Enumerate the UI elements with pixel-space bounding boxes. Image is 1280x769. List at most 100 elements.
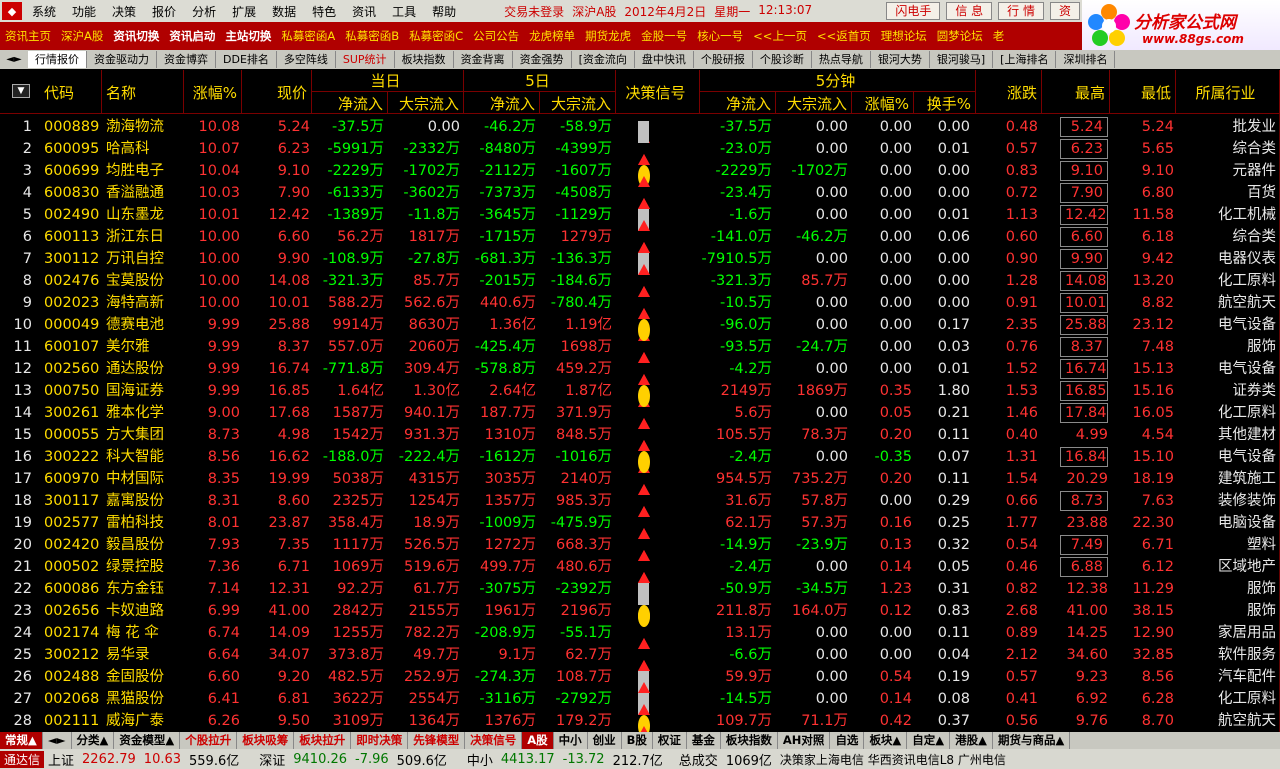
col-header-net_inflow[interactable]: 净流入 (312, 92, 388, 114)
toolbar-item-5[interactable]: 私募密函A (276, 28, 340, 44)
menu-item-6[interactable]: 数据 (264, 3, 304, 20)
toolbar-item-15[interactable]: 理想论坛 (876, 28, 932, 44)
table-row[interactable]: 26 002488 金固股份 6.60 9.20 482.5万 252.9万 -274.3万 1… (0, 666, 1280, 693)
table-row[interactable]: 20 002420 毅昌股份 7.93 7.35 1117万 526.5万 1272万 668.… (0, 534, 1280, 561)
toolbar-item-13[interactable]: <<上一页 (748, 28, 812, 44)
toolbar-item-12[interactable]: 核心一号 (692, 28, 748, 44)
table-row[interactable]: 23 002656 卡奴迪路 6.99 41.00 2842万 2155万 1961万 2196… (0, 600, 1280, 627)
bottom-tab-16[interactable]: 板块指数 (721, 732, 778, 749)
bottom-tab-5[interactable]: 板块吸筹 (237, 732, 295, 749)
tab-3[interactable]: DDE排名 (216, 51, 277, 68)
bottom-tab-14[interactable]: 权证 (653, 732, 687, 749)
table-row[interactable]: 2 600095 哈高科 10.07 6.23 -5991万 -2332万 -8480万 -43… (0, 138, 1280, 165)
tab-2[interactable]: 资金博弈 (157, 51, 216, 68)
col-header-high[interactable]: 最高 (1042, 70, 1110, 114)
tab-17[interactable]: 深圳排名 (1056, 51, 1116, 68)
tab-5[interactable]: SUP统计 (336, 51, 395, 68)
table-row[interactable]: 13 000750 国海证券 9.99 16.85 1.64亿 1.30亿 2.64亿 1.87… (0, 380, 1280, 407)
table-row[interactable]: 21 000502 绿景控股 7.36 6.71 1069万 519.6万 499.7万 480… (0, 556, 1280, 583)
toolbar-item-2[interactable]: 资讯切换 (108, 28, 164, 44)
table-row[interactable]: 3 600699 均胜电子 10.04 9.10 -2229万 -1702万 -2112万 -1… (0, 160, 1280, 187)
col-header-name[interactable]: 名称 (102, 70, 184, 114)
bottom-tab-20[interactable]: 自定▲ (907, 732, 951, 749)
menu-button-0[interactable]: 闪电手 (886, 2, 941, 20)
col-header-industry[interactable]: 所属行业 (1176, 70, 1280, 114)
bottom-tab-7[interactable]: 即时决策 (351, 732, 409, 749)
toolbar-item-8[interactable]: 公司公告 (468, 28, 524, 44)
sort-menu-icon[interactable]: ▼ (12, 84, 30, 98)
toolbar-item-3[interactable]: 资讯启动 (164, 28, 220, 44)
table-row[interactable]: 11 600107 美尔雅 9.99 8.37 557.0万 2060万 -425.4万 169… (0, 336, 1280, 363)
menu-item-10[interactable]: 帮助 (424, 3, 464, 20)
table-row[interactable]: 4 600830 香溢融通 10.03 7.90 -6133万 -3602万 -7373万 -4… (0, 182, 1280, 209)
col-header-block_inflow-m[interactable]: 大宗流入 (776, 92, 852, 114)
table-row[interactable]: 17 600970 中材国际 8.35 19.99 5038万 4315万 3035万 2140… (0, 468, 1280, 495)
bottom-tab-2[interactable]: 分类▲ (72, 732, 115, 749)
tab-scroll-arrows-icon[interactable]: ◄► (0, 54, 28, 65)
col-header-price[interactable]: 现价 (242, 70, 312, 114)
menu-item-9[interactable]: 工具 (384, 3, 424, 20)
col-header-code[interactable]: 代码 (40, 70, 102, 114)
bottom-tab-3[interactable]: 资金模型▲ (114, 732, 181, 749)
bottom-tab-22[interactable]: 期货与商品▲ (993, 732, 1071, 749)
menu-item-7[interactable]: 特色 (304, 3, 344, 20)
col-header-net_inflow-f[interactable]: 净流入 (464, 92, 540, 114)
col-header-low[interactable]: 最低 (1110, 70, 1176, 114)
bottom-tab-0[interactable]: 常规▲ (0, 732, 43, 749)
table-row[interactable]: 25 300212 易华录 6.64 34.07 373.8万 49.7万 9.1万 62.7万… (0, 644, 1280, 671)
col-header-block_inflow-f[interactable]: 大宗流入 (540, 92, 616, 114)
menu-button-2[interactable]: 行 情 (998, 2, 1044, 20)
bottom-tab-1[interactable]: ◄► (43, 732, 72, 749)
bottom-tab-19[interactable]: 板块▲ (864, 732, 908, 749)
bottom-tab-4[interactable]: 个股拉升 (180, 732, 238, 749)
tab-11[interactable]: 个股研报 (694, 51, 753, 68)
table-row[interactable]: 24 002174 梅 花 伞 6.74 14.09 1255万 782.2万 -208.9万… (0, 622, 1280, 649)
col-header-signal[interactable]: 决策信号 (616, 70, 700, 114)
tab-12[interactable]: 个股诊断 (753, 51, 812, 68)
col-header-net_inflow-m[interactable]: 净流入 (700, 92, 776, 114)
table-row[interactable]: 27 002068 黑猫股份 6.41 6.81 3622万 2554万 -3116万 -279… (0, 688, 1280, 715)
table-row[interactable]: 22 600086 东方金钰 7.14 12.31 92.2万 61.7万 -3075万 -23… (0, 578, 1280, 605)
bottom-tab-8[interactable]: 先锋模型 (408, 732, 466, 749)
table-row[interactable]: 15 000055 方大集团 8.73 4.98 1542万 931.3万 1310万 848.… (0, 424, 1280, 451)
toolbar-item-10[interactable]: 期货龙虎 (580, 28, 636, 44)
toolbar-item-6[interactable]: 私募密函B (340, 28, 404, 44)
table-row[interactable]: 28 002111 威海广泰 6.26 9.50 3109万 1364万 1376万 179.2… (0, 710, 1280, 737)
tab-7[interactable]: 资金背离 (454, 51, 513, 68)
bottom-tab-10[interactable]: A股 (522, 732, 554, 749)
menu-item-4[interactable]: 分析 (184, 3, 224, 20)
bottom-tab-18[interactable]: 自选 (830, 732, 865, 749)
toolbar-item-16[interactable]: 圆梦论坛 (932, 28, 988, 44)
menu-item-0[interactable]: 系统 (24, 3, 64, 20)
col-header-pct[interactable]: 涨幅% (852, 92, 914, 114)
col-header-updown[interactable]: 涨跌 (976, 70, 1042, 114)
tab-13[interactable]: 热点导航 (812, 51, 871, 68)
tab-16[interactable]: [上海排名 (993, 51, 1057, 68)
table-row[interactable]: 5 002490 山东墨龙 10.01 12.42 -1389万 -11.8万 -3645万 -… (0, 204, 1280, 231)
table-row[interactable]: 7 300112 万讯自控 10.00 9.90 -108.9万 -27.8万 -681.3万… (0, 248, 1280, 275)
table-row[interactable]: 9 002023 海特高新 10.00 10.01 588.2万 562.6万 440.6万 -… (0, 292, 1280, 319)
tab-8[interactable]: 资金强势 (513, 51, 572, 68)
table-row[interactable]: 1 000889 渤海物流 10.08 5.24 -37.5万 0.00 -46.2万 -58.… (0, 116, 1280, 143)
toolbar-item-9[interactable]: 龙虎榜单 (524, 28, 580, 44)
bottom-tab-17[interactable]: AH对照 (778, 732, 831, 749)
menu-item-8[interactable]: 资讯 (344, 3, 384, 20)
tab-15[interactable]: 银河骏马] (930, 51, 994, 68)
menu-button-3[interactable]: 资 (1049, 2, 1080, 20)
bottom-tab-13[interactable]: B股 (622, 732, 653, 749)
tab-4[interactable]: 多空阵线 (277, 51, 336, 68)
table-row[interactable]: 19 002577 雷柏科技 8.01 23.87 358.4万 18.9万 -1009万 -4… (0, 512, 1280, 539)
tab-1[interactable]: 资金驱动力 (87, 51, 157, 68)
toolbar-item-4[interactable]: 主站切换 (220, 28, 276, 44)
col-header-block_inflow[interactable]: 大宗流入 (388, 92, 464, 114)
menu-item-5[interactable]: 扩展 (224, 3, 264, 20)
menu-button-1[interactable]: 信 息 (946, 2, 993, 20)
table-row[interactable]: 10 000049 德赛电池 9.99 25.88 9914万 8630万 1.36亿 1.19… (0, 314, 1280, 341)
bottom-tab-15[interactable]: 基金 (687, 732, 721, 749)
toolbar-item-1[interactable]: 深沪A股 (56, 28, 108, 44)
toolbar-item-11[interactable]: 金股一号 (636, 28, 692, 44)
ad-banner[interactable]: 分析家公式网 www.88gs.com (1082, 0, 1280, 52)
bottom-tab-6[interactable]: 板块拉升 (294, 732, 352, 749)
tab-10[interactable]: 盘中快讯 (635, 51, 694, 68)
table-row[interactable]: 16 300222 科大智能 8.56 16.62 -188.0万 -222.4万 -1612… (0, 446, 1280, 473)
